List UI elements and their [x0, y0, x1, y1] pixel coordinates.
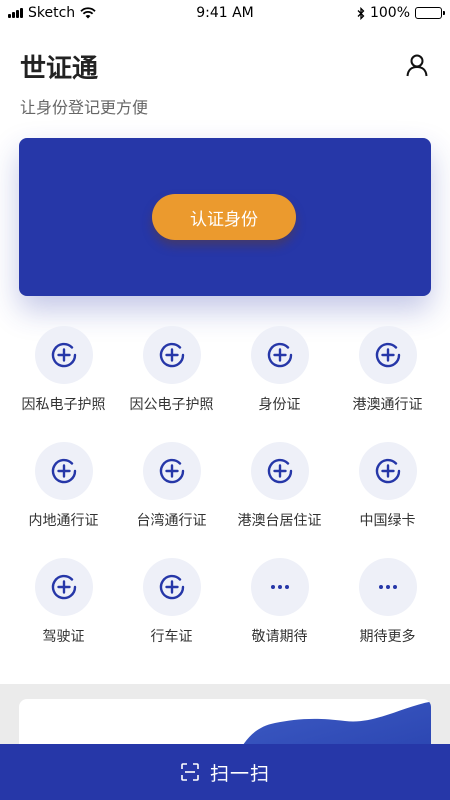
- battery-percent: 100%: [369, 5, 410, 21]
- grid-item-vehicle-license[interactable]: 行车证: [118, 558, 226, 650]
- plus-circle-icon: [142, 558, 201, 616]
- grid-item-mainland-permit[interactable]: 内地通行证: [10, 442, 118, 534]
- carrier-name: Sketch: [28, 5, 76, 21]
- grid-item-label: 台湾通行证: [136, 513, 207, 529]
- bluetooth-icon: [357, 6, 365, 20]
- status-left: Sketch: [8, 5, 96, 21]
- grid-item-label: 港澳台居住证: [237, 513, 322, 529]
- scan-icon: [181, 763, 199, 781]
- grid-item-label: 敬请期待: [251, 629, 308, 645]
- grid-item-residence-permit[interactable]: 港澳台居住证: [226, 442, 334, 534]
- grid-item-driver-license[interactable]: 驾驶证: [10, 558, 118, 650]
- grid-item-green-card[interactable]: 中国绿卡: [334, 442, 442, 534]
- banner-area: [0, 684, 450, 759]
- grid-item-official-passport[interactable]: 因公电子护照: [118, 326, 226, 418]
- plus-circle-icon: [358, 326, 417, 384]
- grid-item-label: 内地通行证: [28, 513, 99, 529]
- grid-item-label: 行车证: [150, 629, 193, 645]
- verify-identity-button[interactable]: 认证身份: [152, 194, 296, 240]
- more-dots-icon: [250, 558, 309, 616]
- grid-item-label: 驾驶证: [42, 629, 85, 645]
- wifi-icon: [80, 7, 96, 19]
- plus-circle-icon: [142, 442, 201, 500]
- app-title: 世证通: [20, 54, 99, 84]
- plus-circle-icon: [34, 558, 93, 616]
- plus-circle-icon: [358, 442, 417, 500]
- plus-circle-icon: [250, 326, 309, 384]
- grid-item-label: 因私电子护照: [21, 397, 106, 413]
- scan-label: 扫一扫: [209, 762, 270, 785]
- grid-item-more[interactable]: 期待更多: [334, 558, 442, 650]
- grid-item-label: 因公电子护照: [129, 397, 214, 413]
- plus-circle-icon: [142, 326, 201, 384]
- grid-item-private-passport[interactable]: 因私电子护照: [10, 326, 118, 418]
- status-bar: Sketch 9:41 AM 100%: [0, 0, 450, 26]
- hero-card: 认证身份: [19, 138, 431, 296]
- document-grid: 因私电子护照 因公电子护照 身份证 港澳通行证 内地通行证 台湾通行证 港澳台居…: [0, 326, 450, 650]
- signal-icon: [8, 8, 23, 18]
- grid-item-label: 身份证: [258, 397, 301, 413]
- battery-icon: [415, 7, 445, 19]
- grid-item-coming-soon[interactable]: 敬请期待: [226, 558, 334, 650]
- scan-button[interactable]: 扫一扫: [0, 744, 450, 800]
- plus-circle-icon: [34, 442, 93, 500]
- user-icon: [406, 54, 428, 77]
- grid-item-hk-macau-permit[interactable]: 港澳通行证: [334, 326, 442, 418]
- plus-circle-icon: [250, 442, 309, 500]
- plus-circle-icon: [34, 326, 93, 384]
- grid-item-label: 中国绿卡: [359, 513, 416, 529]
- grid-item-label: 期待更多: [359, 629, 416, 645]
- more-dots-icon: [358, 558, 417, 616]
- profile-button[interactable]: [404, 52, 430, 78]
- grid-item-id-card[interactable]: 身份证: [226, 326, 334, 418]
- status-right: 100%: [357, 5, 445, 21]
- app-subtitle: 让身份登记更方便: [20, 98, 149, 117]
- grid-item-label: 港澳通行证: [352, 397, 423, 413]
- grid-item-taiwan-permit[interactable]: 台湾通行证: [118, 442, 226, 534]
